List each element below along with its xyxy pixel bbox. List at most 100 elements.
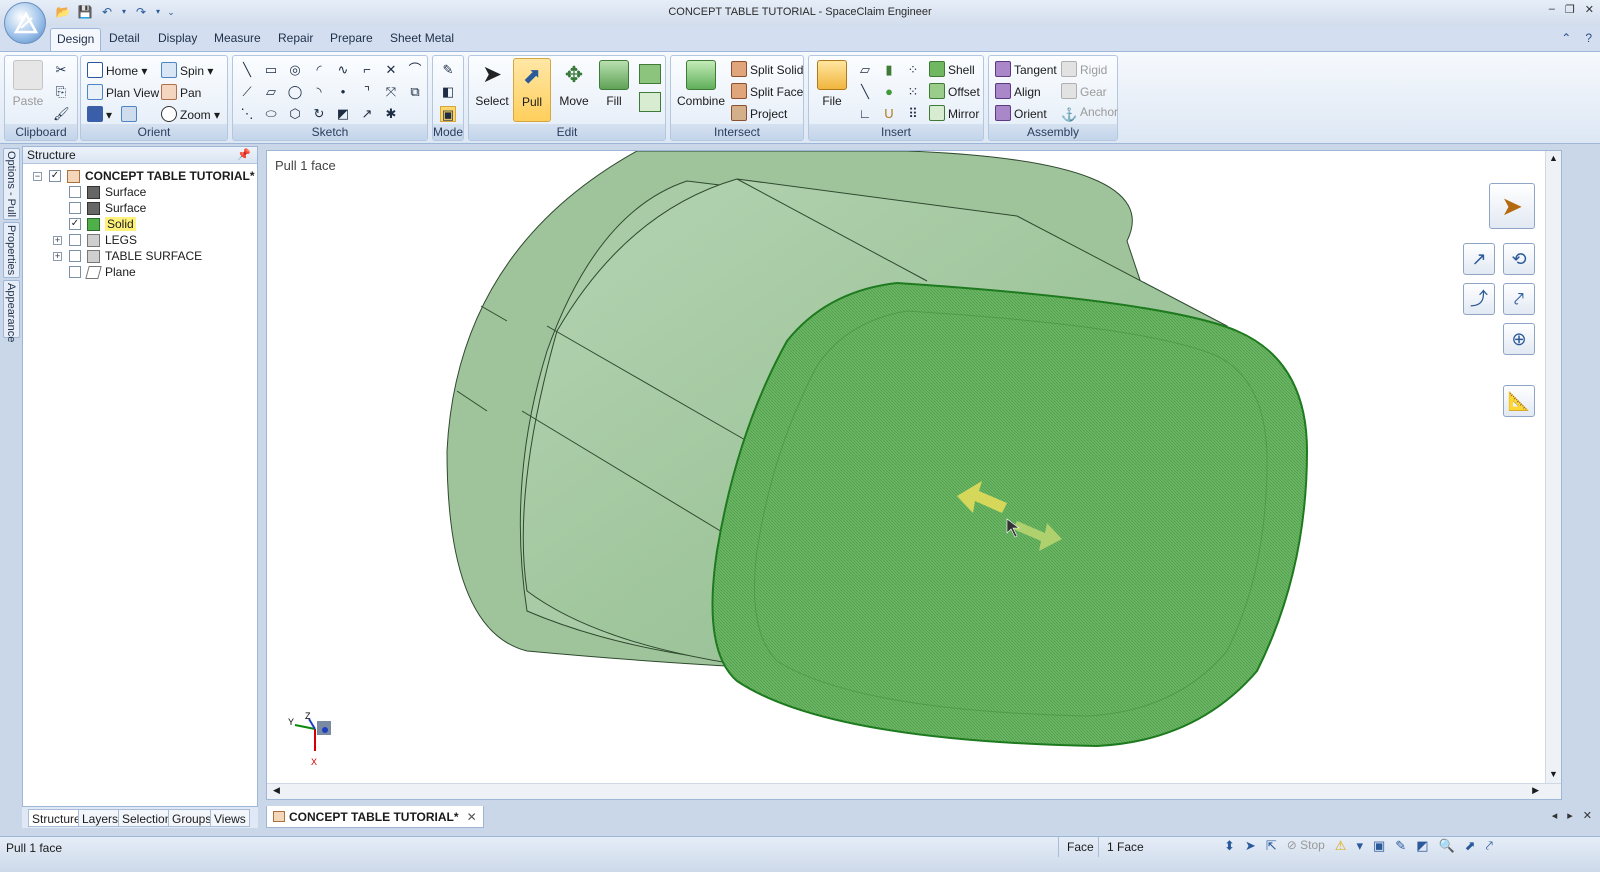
- project-button[interactable]: Project: [731, 105, 787, 121]
- scale-body-icon[interactable]: ⊕: [1503, 323, 1535, 355]
- close-button[interactable]: ✕: [1585, 3, 1594, 16]
- pointer-alt-icon[interactable]: ⇱: [1266, 838, 1277, 854]
- shell-insert-icon[interactable]: U: [881, 106, 897, 122]
- plan-view-button[interactable]: Plan View: [87, 84, 159, 100]
- tab-sheet-metal[interactable]: Sheet Metal: [390, 31, 454, 45]
- pin-icon[interactable]: 📌: [237, 148, 251, 161]
- hexagon-tool-icon[interactable]: ⬡: [287, 106, 303, 122]
- pull-button[interactable]: ⬈ Pull: [513, 58, 551, 122]
- close-all-icon[interactable]: ✕: [1583, 809, 1592, 822]
- sweep-guide-icon[interactable]: ⤤: [1503, 283, 1535, 315]
- mirror-button[interactable]: Mirror: [929, 105, 979, 121]
- select-button[interactable]: ➤ Select: [473, 60, 511, 108]
- anchor-button[interactable]: ⚓ Anchor: [1061, 105, 1118, 123]
- plane-icon[interactable]: ▱: [857, 62, 873, 78]
- pan-button[interactable]: Pan: [161, 84, 201, 100]
- line-tool-icon[interactable]: ╲: [239, 62, 255, 78]
- horizontal-scrollbar[interactable]: ◀ ▶: [267, 783, 1561, 799]
- snap-view-button[interactable]: [121, 106, 140, 122]
- expand-icon[interactable]: +: [53, 251, 62, 261]
- side-tab-properties[interactable]: Properties: [3, 222, 20, 278]
- panel-tab-layers[interactable]: Layers: [78, 809, 123, 827]
- cylinder-icon[interactable]: ▮: [881, 62, 897, 78]
- select-guide-button[interactable]: ➤: [1489, 183, 1535, 229]
- tree-item-solid[interactable]: ✓ Solid: [69, 216, 136, 232]
- restore-button[interactable]: ❐: [1565, 3, 1575, 16]
- tree-item-surface-1[interactable]: Surface: [69, 184, 146, 200]
- sweep-arc-icon[interactable]: ↻: [311, 106, 327, 122]
- surface-1-checkbox[interactable]: [69, 186, 81, 198]
- selected-face[interactable]: [711, 281, 1309, 748]
- grid-pattern-icon[interactable]: ⠿: [905, 106, 921, 122]
- close-document-icon[interactable]: ✕: [467, 810, 477, 824]
- tab-repair[interactable]: Repair: [278, 31, 313, 45]
- side-tab-options[interactable]: Options - Pull: [3, 148, 20, 220]
- pattern-icon[interactable]: ⁘: [905, 62, 921, 78]
- zoom-status-icon[interactable]: 🔍: [1438, 838, 1454, 854]
- circular-pattern-icon[interactable]: ⁙: [905, 84, 921, 100]
- move-button[interactable]: ✥ Move: [555, 60, 593, 108]
- three-point-arc-icon[interactable]: ◝: [311, 84, 327, 100]
- pull-status-icon[interactable]: ⬈: [1465, 838, 1476, 854]
- rigid-button[interactable]: Rigid: [1061, 61, 1107, 77]
- ruler-guide-icon[interactable]: 📐: [1503, 385, 1535, 417]
- application-menu-button[interactable]: [4, 2, 46, 44]
- panel-tab-structure[interactable]: Structure: [28, 809, 85, 827]
- arc-tool-icon[interactable]: ◜: [311, 62, 327, 78]
- panel-tab-groups[interactable]: Groups: [168, 809, 216, 827]
- shell-button[interactable]: Shell: [929, 61, 975, 77]
- tangent-button[interactable]: Tangent: [995, 61, 1057, 77]
- view-cube-button[interactable]: ▾: [87, 106, 112, 122]
- format-painter-icon[interactable]: 🖌: [53, 106, 70, 122]
- surface-2-checkbox[interactable]: [69, 202, 81, 214]
- construction-line-icon[interactable]: ⋱: [239, 106, 255, 122]
- origin-icon[interactable]: ∟: [857, 106, 873, 122]
- stop-button[interactable]: ⊘ Stop: [1287, 838, 1325, 854]
- tab-design[interactable]: Design: [50, 28, 102, 52]
- plane-checkbox[interactable]: [69, 266, 81, 278]
- spline-tool-icon[interactable]: ∿: [335, 62, 351, 78]
- section-icon[interactable]: ▾: [1356, 838, 1363, 854]
- legs-checkbox[interactable]: [69, 234, 81, 246]
- polygon-tool-icon[interactable]: ▱: [263, 84, 279, 100]
- offset-curve-icon[interactable]: ⧉: [407, 84, 423, 100]
- tree-item-surface-2[interactable]: Surface: [69, 200, 146, 216]
- copy-icon[interactable]: ⎘: [53, 84, 69, 100]
- trim-tool-icon[interactable]: ✕: [383, 62, 399, 78]
- minimize-button[interactable]: –: [1549, 3, 1555, 16]
- paste-button[interactable]: Paste: [11, 60, 45, 108]
- home-button[interactable]: Home ▾: [87, 62, 147, 78]
- pointer-icon[interactable]: ➤: [1245, 838, 1256, 854]
- warning-icon[interactable]: ⚠: [1335, 838, 1347, 854]
- spin-button[interactable]: Spin ▾: [161, 62, 213, 78]
- tree-root-checkbox[interactable]: ✓: [49, 170, 61, 182]
- rectangle-tool-icon[interactable]: ▭: [263, 62, 279, 78]
- tangent-line-icon[interactable]: ⟋: [239, 84, 255, 100]
- split-face-button[interactable]: Split Face: [731, 83, 803, 99]
- replace-icon[interactable]: [639, 92, 661, 112]
- scroll-left-icon[interactable]: ◀: [273, 785, 280, 796]
- pull-direction-guide-icon[interactable]: ↗: [1463, 243, 1495, 275]
- circle-tool-icon[interactable]: ◎: [287, 62, 303, 78]
- fillet-tool-icon[interactable]: ⌐: [359, 62, 375, 78]
- render-icon[interactable]: ◩: [1416, 838, 1428, 854]
- split-solid-button[interactable]: Split Solid: [731, 61, 803, 77]
- 3d-mode-icon[interactable]: ▣: [440, 106, 456, 122]
- tab-detail[interactable]: Detail: [109, 31, 140, 45]
- tab-measure[interactable]: Measure: [214, 31, 261, 45]
- slot-tool-icon[interactable]: ⬭: [263, 106, 279, 122]
- tab-prepare[interactable]: Prepare: [330, 31, 373, 45]
- project-curve-icon[interactable]: ✱: [383, 106, 399, 122]
- zoom-button[interactable]: Zoom ▾: [161, 106, 220, 122]
- gear-button[interactable]: Gear: [1061, 83, 1107, 99]
- face-curve-icon[interactable]: ◩: [335, 106, 351, 122]
- tree-item-legs[interactable]: + LEGS: [53, 232, 137, 248]
- 3d-viewport[interactable]: Pull 1 face Y Z X ➤ ↗ ⟲ ⤴ ⤤ ⊕ 📐 ▲ ▼ ◀ ▶: [266, 150, 1562, 800]
- document-tab[interactable]: CONCEPT TABLE TUTORIAL* ✕: [266, 806, 484, 828]
- fill-button[interactable]: Fill: [595, 60, 633, 108]
- tree-item-table-surface[interactable]: + TABLE SURFACE: [53, 248, 202, 264]
- orient-assembly-button[interactable]: Orient: [995, 105, 1047, 121]
- blend-icon[interactable]: [639, 64, 661, 84]
- vertical-scrollbar[interactable]: ▲ ▼: [1545, 151, 1561, 799]
- tree-item-plane[interactable]: Plane: [69, 264, 136, 280]
